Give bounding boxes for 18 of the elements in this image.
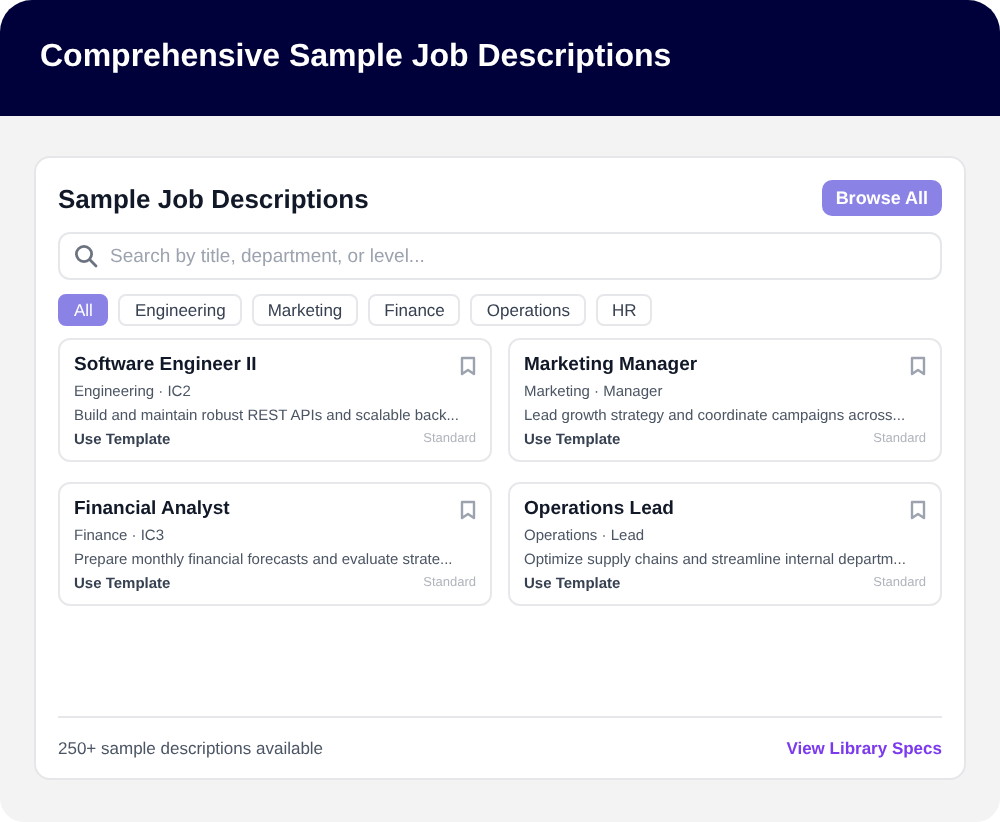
search-field[interactable]: Search by title, department, or level... (58, 232, 942, 280)
job-title: Software Engineer II (74, 354, 257, 376)
panel-title: Sample Job Descriptions (58, 183, 369, 213)
filter-chip[interactable]: Operations (470, 294, 586, 326)
job-title: Financial Analyst (74, 498, 230, 520)
job-title: Marketing Manager (524, 354, 698, 376)
bookmark-icon[interactable] (910, 499, 926, 519)
filter-chip[interactable]: Marketing (251, 294, 359, 326)
filter-chip[interactable]: Engineering (118, 294, 242, 326)
bookmark-icon[interactable] (910, 355, 926, 375)
bookmark-icon[interactable] (460, 499, 476, 519)
bookmark-icon[interactable] (460, 355, 476, 375)
job-title: Operations Lead (524, 498, 674, 520)
page-title: Comprehensive Sample Job Descriptions (40, 40, 672, 76)
footer-note: 250+ sample descriptions available (58, 738, 324, 758)
filter-chip[interactable]: Finance (368, 294, 461, 326)
filter-chip[interactable]: HR (596, 294, 653, 326)
view-library-link[interactable]: View Library Specs (786, 738, 942, 758)
